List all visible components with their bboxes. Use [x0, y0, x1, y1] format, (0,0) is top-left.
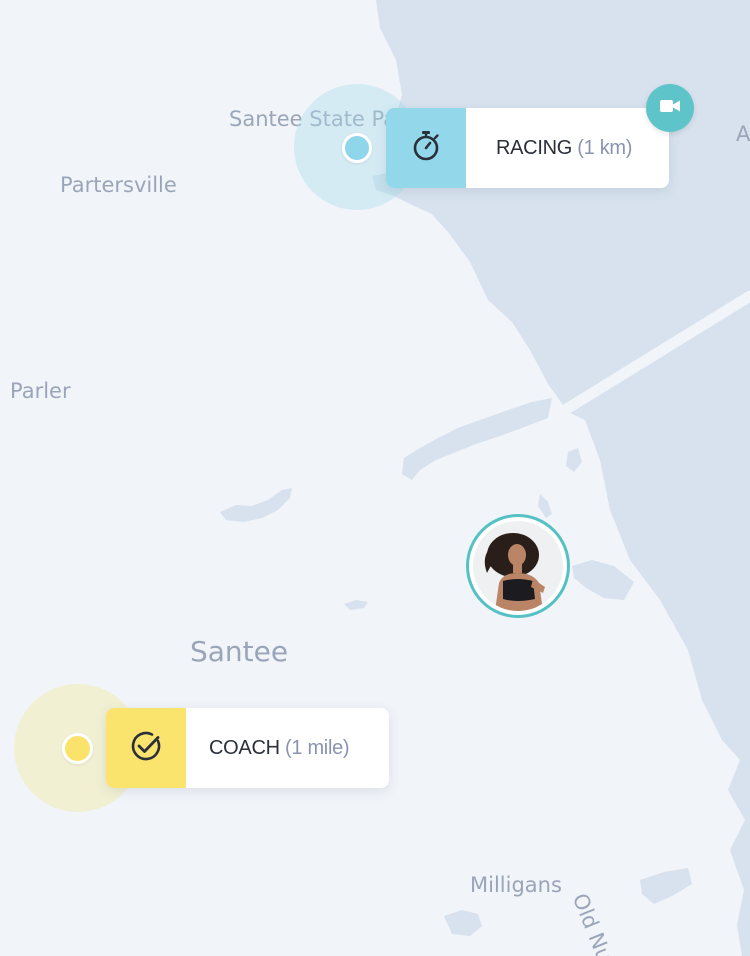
creek-south	[572, 560, 634, 600]
place-label-parler: Parler	[10, 379, 71, 403]
coach-marker-card[interactable]: COACH (1 mile)	[106, 708, 389, 788]
creek-west	[220, 488, 292, 522]
racing-distance: (1 km)	[577, 136, 633, 159]
video-camera-button[interactable]	[646, 84, 694, 132]
runner-photo	[473, 521, 563, 611]
video-camera-icon	[659, 98, 681, 119]
map-view[interactable]: Santee State Pa Partersville Parler Sant…	[0, 0, 750, 956]
coach-label: COACH (1 mile)	[186, 736, 350, 760]
stopwatch-icon	[409, 129, 443, 168]
creek-central	[402, 398, 552, 480]
racing-icon-box	[386, 108, 466, 188]
pond-south	[444, 910, 482, 936]
coach-location-pin[interactable]	[62, 733, 93, 764]
place-label-santee: Santee	[190, 635, 289, 668]
creek-spot	[566, 448, 582, 472]
racing-label: RACING (1 km)	[466, 137, 632, 160]
runner-avatar[interactable]	[466, 514, 570, 618]
creek-small	[344, 600, 368, 610]
racing-marker-card[interactable]: RACING (1 km)	[386, 108, 669, 188]
place-label-partersville: Partersville	[60, 173, 177, 197]
creek-southeast	[640, 868, 692, 904]
place-label-edge-a: A	[736, 122, 750, 146]
coach-name: COACH	[209, 736, 280, 759]
check-circle-icon	[128, 728, 164, 769]
creek-east	[538, 494, 552, 518]
coach-icon-box	[106, 708, 186, 788]
coach-distance: (1 mile)	[285, 736, 350, 759]
racing-name: RACING	[496, 136, 572, 159]
racing-location-pin[interactable]	[342, 133, 372, 163]
place-label-milligans: Milligans	[470, 873, 562, 897]
